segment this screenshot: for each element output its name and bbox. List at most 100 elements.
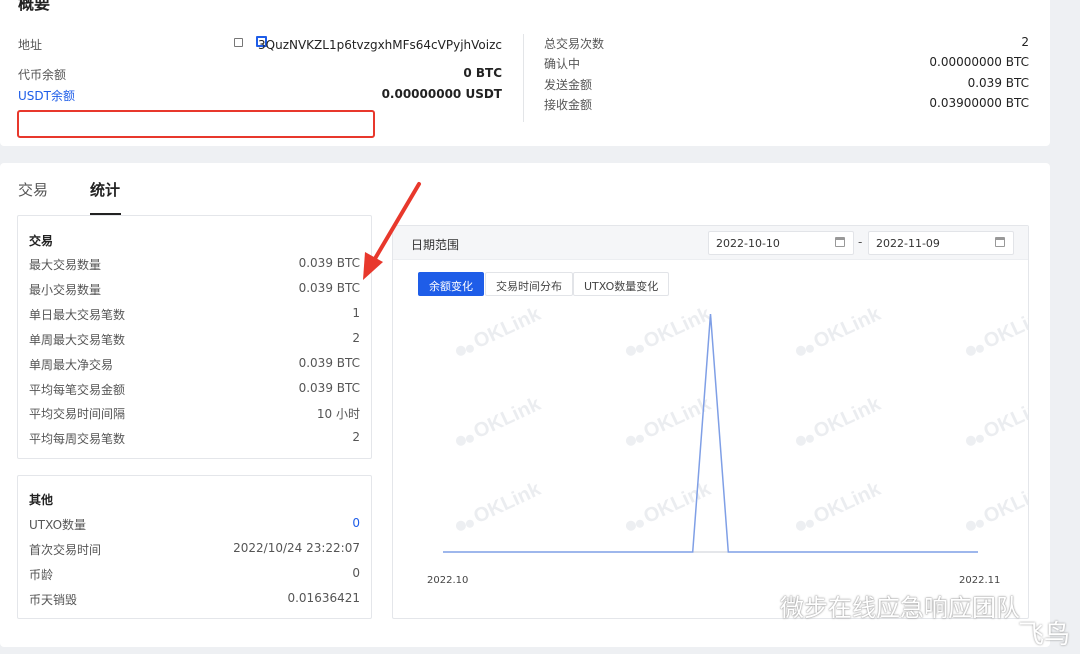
stat-value: 0.039 BTC <box>298 356 360 370</box>
oklink-watermark: OKLink <box>625 478 715 531</box>
vertical-divider <box>523 34 524 122</box>
stat-row: 最小交易数量 0.039 BTC <box>18 278 371 300</box>
end-date-value: 2022-11-09 <box>876 237 940 250</box>
copy-icon[interactable] <box>234 38 243 47</box>
total-tx-label: 总交易次数 <box>544 37 605 51</box>
sent-value: 0.039 BTC <box>967 76 1029 90</box>
stat-row: 币天销毁 0.01636421 <box>18 588 371 610</box>
oklink-watermark: OKLink <box>795 478 885 531</box>
stat-row: UTXO数量 0 <box>18 513 371 535</box>
usdt-balance-value: 0.00000000 USDT <box>381 87 502 101</box>
page-watermark-text: 微步在线应急响应团队 <box>780 594 1020 622</box>
svg-text:OKLink: OKLink <box>470 393 545 443</box>
balance-series-line <box>443 313 978 553</box>
stat-label: UTXO数量 <box>29 518 87 532</box>
svg-text:OKLink: OKLink <box>980 306 1028 353</box>
chart-watermarks: OKLink OKLink OKLink OKLink OKLink OKLink OKLi… <box>455 306 1028 531</box>
stat-value: 0.039 BTC <box>298 256 360 270</box>
received-value: 0.03900000 BTC <box>929 96 1029 110</box>
svg-text:OKLink: OKLink <box>810 478 885 528</box>
stat-value: 0.01636421 <box>287 591 360 605</box>
address-label: 地址 <box>18 38 43 52</box>
stat-label: 币龄 <box>29 568 54 582</box>
page-watermark-corner: 飞鸟 <box>1018 620 1071 650</box>
utxo-count-link[interactable]: 0 <box>352 516 360 530</box>
date-separator: - <box>858 235 863 249</box>
other-stats-panel: 其他 UTXO数量 0 首次交易时间 2022/10/24 23:22:07 币… <box>17 475 372 619</box>
stat-value: 2 <box>352 430 360 444</box>
stat-row: 单日最大交易笔数 1 <box>18 303 371 325</box>
sent-label: 发送金额 <box>544 78 593 92</box>
start-date-value: 2022-10-10 <box>716 237 780 250</box>
stat-label: 单周最大交易笔数 <box>29 333 126 347</box>
stat-label: 最大交易数量 <box>29 258 102 272</box>
chip-utxo-count-change[interactable]: UTXO数量变化 <box>573 272 670 296</box>
svg-text:OKLink: OKLink <box>810 393 885 443</box>
oklink-watermark: OKLink <box>625 306 715 356</box>
oklink-watermark: OKLink <box>965 393 1028 446</box>
stat-row: 首次交易时间 2022/10/24 23:22:07 <box>18 538 371 560</box>
svg-text:OKLink: OKLink <box>640 478 715 528</box>
stat-row: 单周最大净交易 0.039 BTC <box>18 353 371 375</box>
oklink-watermark: OKLink <box>965 478 1028 531</box>
stat-row: 最大交易数量 0.039 BTC <box>18 253 371 275</box>
stat-value: 2 <box>352 331 360 345</box>
chip-tx-time-distribution[interactable]: 交易时间分布 <box>485 272 573 296</box>
address-value[interactable]: 3QuzNVKZL1p6tvzgxhMFs64cVPyjhVoizc <box>258 38 502 52</box>
chart-panel: 日期范围 2022-10-10 - 2022-11-09 余额变化 交易时间分布… <box>392 225 1029 619</box>
annotation-highlight-box <box>17 110 375 138</box>
annotation-arrow-icon <box>363 182 421 280</box>
stat-label: 首次交易时间 <box>29 543 102 557</box>
confirming-value: 0.00000000 BTC <box>929 55 1029 69</box>
token-balance-label: 代币余额 <box>18 68 67 82</box>
start-date-input[interactable]: 2022-10-10 <box>708 231 854 255</box>
svg-text:OKLink: OKLink <box>810 306 885 353</box>
stat-label: 单周最大净交易 <box>29 358 114 372</box>
balance-chart: OKLink OKLink OKLink OKLink OKLink OKLink OKLi… <box>443 306 1028 553</box>
stat-value: 10 小时 <box>316 407 360 421</box>
stat-row: 平均交易时间间隔 10 小时 <box>18 402 371 424</box>
calendar-icon <box>835 237 845 247</box>
stat-label: 最小交易数量 <box>29 283 102 297</box>
tab-statistics[interactable]: 统计 <box>90 179 120 200</box>
usdt-balance-link[interactable]: USDT余额 <box>18 87 75 104</box>
wechat-icon <box>735 592 770 618</box>
oklink-watermark: OKLink <box>965 306 1028 356</box>
stat-label: 平均每周交易笔数 <box>29 432 126 446</box>
tx-stats-title: 交易 <box>29 234 54 248</box>
total-tx-value: 2 <box>1021 35 1029 49</box>
tx-stats-panel: 交易 最大交易数量 0.039 BTC 最小交易数量 0.039 BTC 单日最… <box>17 215 372 459</box>
svg-text:OKLink: OKLink <box>980 478 1028 528</box>
oklink-watermark: OKLink <box>455 393 545 446</box>
chart-header: 日期范围 2022-10-10 - 2022-11-09 <box>393 226 1028 260</box>
stat-value: 0.039 BTC <box>298 381 360 395</box>
stat-value: 0 <box>352 566 360 580</box>
stat-value: 1 <box>352 306 360 320</box>
stat-row: 平均每笔交易金额 0.039 BTC <box>18 378 371 400</box>
oklink-watermark: OKLink <box>795 306 885 356</box>
stat-label: 单日最大交易笔数 <box>29 308 126 322</box>
stat-row: 平均每周交易笔数 2 <box>18 427 371 449</box>
oklink-watermark: OKLink <box>795 393 885 446</box>
stat-label: 币天销毁 <box>29 593 78 607</box>
x-tick-label: 2022.10 <box>427 575 469 586</box>
other-stats-title: 其他 <box>29 493 54 507</box>
stat-label: 平均交易时间间隔 <box>29 407 126 421</box>
overview-title: 概要 <box>18 0 51 13</box>
stats-card: 交易 统计 交易 最大交易数量 0.039 BTC 最小交易数量 0.039 B… <box>0 163 1050 647</box>
confirming-label: 确认中 <box>544 57 581 71</box>
token-balance-value: 0 BTC <box>463 66 502 80</box>
stat-row: 币龄 0 <box>18 563 371 585</box>
calendar-icon <box>995 237 1005 247</box>
oklink-watermark: OKLink <box>455 478 545 531</box>
svg-text:OKLink: OKLink <box>640 306 715 353</box>
stat-value: 0.039 BTC <box>298 281 360 295</box>
tab-transactions[interactable]: 交易 <box>18 179 48 200</box>
oklink-watermark: OKLink <box>455 306 545 356</box>
svg-text:OKLink: OKLink <box>980 393 1028 443</box>
svg-text:OKLink: OKLink <box>470 306 545 353</box>
end-date-input[interactable]: 2022-11-09 <box>868 231 1014 255</box>
svg-text:OKLink: OKLink <box>470 478 545 528</box>
stat-value: 2022/10/24 23:22:07 <box>233 541 360 555</box>
received-label: 接收金额 <box>544 98 593 112</box>
